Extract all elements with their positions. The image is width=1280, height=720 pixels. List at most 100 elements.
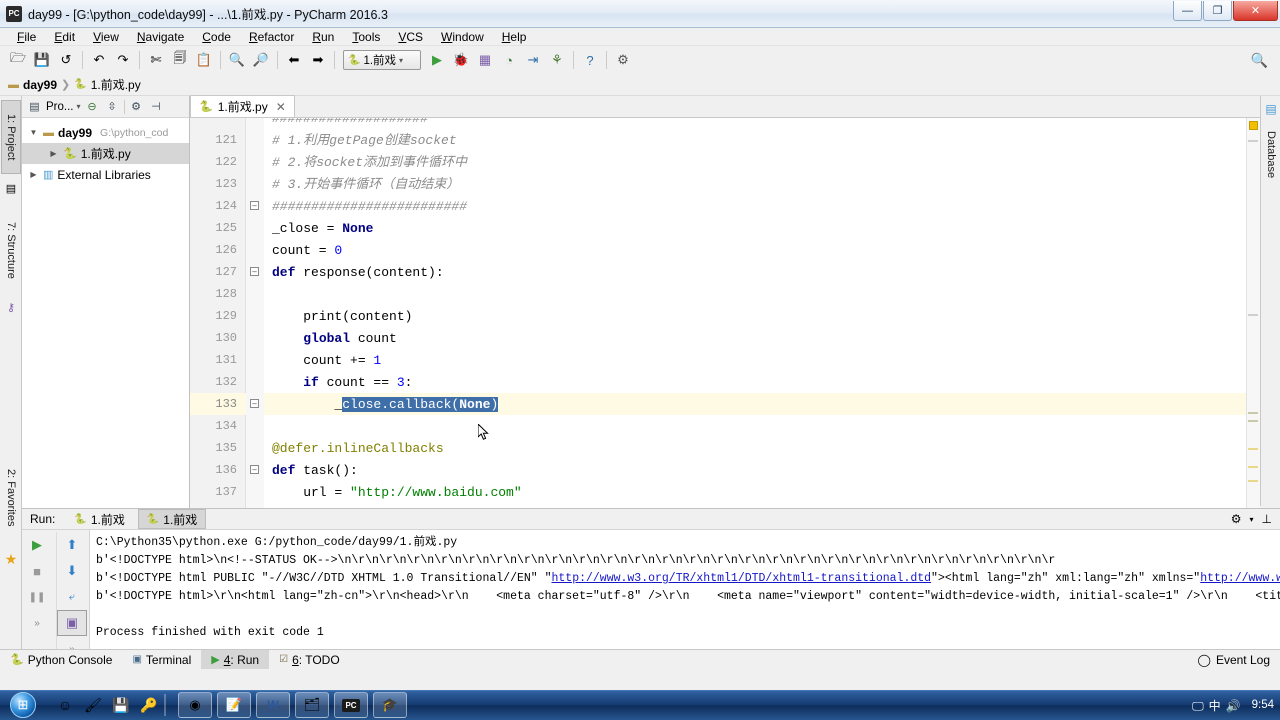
menu-item-help[interactable]: Help	[493, 28, 536, 46]
menu-item-code[interactable]: Code	[193, 28, 240, 46]
rerun-icon[interactable]: ▶	[22, 532, 52, 558]
code-line[interactable]	[264, 415, 1260, 437]
tree-expander-icon[interactable]: ▼	[28, 128, 39, 137]
project-panel-title[interactable]: Pro...	[46, 101, 73, 113]
expand-icon[interactable]: ⇳	[104, 98, 121, 115]
code-line[interactable]: url = "http://www.baidu.com"	[264, 481, 1260, 503]
undo-icon[interactable]: ↶	[87, 49, 111, 71]
save-all-icon[interactable]: 💾	[30, 49, 54, 71]
code-line[interactable]: global count	[264, 327, 1260, 349]
bottom-tab-todo[interactable]: ☑ 6: TODO	[269, 650, 350, 670]
menu-item-tools[interactable]: Tools	[343, 28, 389, 46]
back-icon[interactable]: ⬅	[282, 49, 306, 71]
attach-process-icon[interactable]: ⚘	[545, 49, 569, 71]
tree-expander-icon[interactable]: ▶	[48, 149, 59, 158]
bottom-tab-terminal[interactable]: ▣ Terminal	[122, 650, 201, 670]
hide-icon[interactable]: ⊥	[1262, 512, 1272, 526]
menu-item-vcs[interactable]: VCS	[389, 28, 432, 46]
console-link[interactable]: http://www.w3.org/TR/xhtml1/DTD/xhtml1-t…	[551, 572, 931, 585]
code-line[interactable]: # 3.开始事件循环（自动结束）	[264, 173, 1260, 195]
code-line[interactable]: #########################	[264, 195, 1260, 217]
close-icon[interactable]: ✕	[276, 100, 286, 114]
code-line[interactable]: ####################	[264, 118, 1260, 129]
collapse-all-icon[interactable]: ⊖	[84, 98, 101, 115]
sidebar-item-structure[interactable]: 7: Structure	[1, 206, 21, 294]
run-with-console-icon[interactable]: ⇥	[521, 49, 545, 71]
fold-toggle-icon[interactable]: –	[250, 201, 259, 210]
pycharm-taskbar-icon[interactable]: PC	[334, 692, 368, 718]
paste-icon[interactable]: 📋	[192, 49, 216, 71]
code-line[interactable]: @defer.inlineCallbacks	[264, 437, 1260, 459]
replace-icon[interactable]: 🔎	[249, 49, 273, 71]
taskbar-clock[interactable]: 9:54	[1252, 699, 1274, 711]
menu-item-window[interactable]: Window	[432, 28, 493, 46]
app-taskbar-icon[interactable]: 🎓	[373, 692, 407, 718]
code-line[interactable]: # 2.将socket添加到事件循环中	[264, 151, 1260, 173]
run-configuration-selector[interactable]: 🐍 1.前戏 ▾	[343, 50, 421, 70]
debug-icon[interactable]: 🐞	[449, 49, 473, 71]
pause-icon[interactable]: ❚❚	[22, 584, 52, 610]
redo-icon[interactable]: ↷	[111, 49, 135, 71]
console-link[interactable]: http://www.w3.org/1999/xhtml	[1200, 572, 1280, 585]
sidebar-item-favorites[interactable]: 2: Favorites	[1, 452, 21, 544]
warning-marker-icon[interactable]	[1249, 121, 1258, 130]
notepad-taskbar-icon[interactable]: 📝	[217, 692, 251, 718]
menu-item-refactor[interactable]: Refactor	[240, 28, 303, 46]
project-view-icon[interactable]: ▤	[26, 98, 43, 115]
volume-tray-icon[interactable]: 🔊	[1226, 699, 1241, 713]
media-player-icon[interactable]: ☺	[54, 694, 76, 716]
explorer-taskbar-icon[interactable]: 🗂	[295, 692, 329, 718]
key-tool-icon[interactable]: 🔑	[138, 694, 160, 716]
chevron-down-icon[interactable]: ▾	[76, 102, 80, 111]
code-line[interactable]: # 1.利用getPage创建socket	[264, 129, 1260, 151]
editor-body[interactable]: 121 122 123 124 125 126 127 128 129 130 131 132 133 1…	[190, 118, 1260, 508]
project-files-icon[interactable]: ▤	[4, 182, 18, 196]
forward-icon[interactable]: ➡	[306, 49, 330, 71]
paint-icon[interactable]: 🖌	[82, 694, 104, 716]
fold-toggle-icon[interactable]: –	[250, 399, 259, 408]
profile-icon[interactable]: ◔	[497, 49, 521, 71]
code-line[interactable]: def task():	[264, 459, 1260, 481]
open-folder-icon[interactable]: 🗁	[6, 49, 30, 71]
maximize-button[interactable]: ❐	[1203, 1, 1232, 21]
scroll-up-icon[interactable]: ⬆	[57, 532, 87, 558]
chevron-down-icon[interactable]: ▾	[399, 56, 403, 65]
sync-refresh-icon[interactable]: ↺	[54, 49, 78, 71]
code-line[interactable]: _close.callback(None)	[264, 393, 1260, 415]
cut-icon[interactable]: ✄	[144, 49, 168, 71]
tree-item-0[interactable]: ▼ ▬ day99 G:\python_cod	[22, 122, 189, 143]
chrome-taskbar-icon[interactable]: ◉	[178, 692, 212, 718]
code-line[interactable]: _close = None	[264, 217, 1260, 239]
monitor-tray-icon[interactable]: 🖵	[1192, 699, 1204, 713]
run-tab-1[interactable]: 🐍 1.前戏	[65, 509, 133, 529]
minimize-button[interactable]: —	[1173, 1, 1202, 21]
code-line[interactable]: count += 1	[264, 349, 1260, 371]
settings-icon[interactable]: ⚙	[1231, 512, 1242, 526]
event-log-button[interactable]: ◯ Event Log	[1198, 653, 1270, 667]
code-line[interactable]	[264, 283, 1260, 305]
help-icon[interactable]: ?	[578, 49, 602, 71]
coverage-icon[interactable]: ▦	[473, 49, 497, 71]
fold-toggle-icon[interactable]: –	[250, 465, 259, 474]
database-icon[interactable]: ▤	[1264, 102, 1278, 116]
run-icon[interactable]: ▶	[425, 49, 449, 71]
tree-expander-icon[interactable]: ▶	[28, 170, 39, 179]
hide-icon[interactable]: ⊣	[148, 98, 165, 115]
menu-item-run[interactable]: Run	[303, 28, 343, 46]
stop-icon[interactable]: ■	[22, 558, 52, 584]
word-taskbar-icon[interactable]: W	[256, 692, 290, 718]
code-text-area[interactable]: #################### # 1.利用getPage创建socke…	[264, 118, 1260, 508]
breadcrumb-item-1[interactable]: 🐍 1.前戏.py	[74, 76, 140, 93]
tree-item-1[interactable]: ▶ 🐍 1.前戏.py	[22, 143, 189, 164]
breadcrumb-item-0[interactable]: ▬ day99	[8, 78, 57, 92]
scroll-down-icon[interactable]: ⬇	[57, 558, 87, 584]
expand-run-toolbar-icon[interactable]: »	[22, 610, 52, 636]
sidebar-item-database[interactable]: Database	[1261, 120, 1280, 190]
sidebar-item-project[interactable]: 1: Project	[1, 100, 21, 174]
run-console-output[interactable]: C:\Python35\python.exe G:/python_code/da…	[90, 530, 1280, 649]
code-line[interactable]: print(content)	[264, 305, 1260, 327]
run-tab-2[interactable]: 🐍 1.前戏	[137, 509, 207, 529]
editor-marker-strip[interactable]	[1246, 118, 1260, 508]
code-folding-column[interactable]: – – – –	[246, 118, 264, 508]
menu-item-file[interactable]: File	[8, 28, 45, 46]
